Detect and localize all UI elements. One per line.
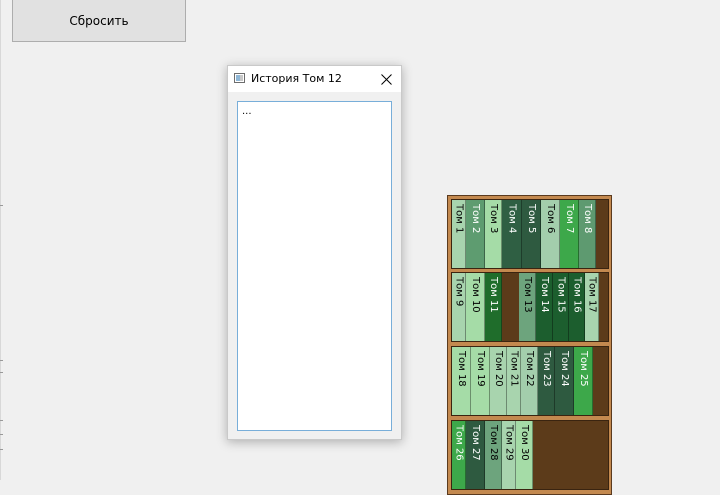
book-label: Том 1	[453, 204, 465, 234]
book-label: Том 6	[545, 204, 556, 234]
book-label: Том 14	[539, 277, 550, 313]
book-label: Том 8	[582, 204, 593, 234]
book[interactable]: Том 28	[485, 421, 502, 489]
book-label: Том 10	[470, 277, 481, 313]
book[interactable]: Том 20	[490, 347, 507, 415]
shelf-3: Том 18 Том 19 Том 20 Том 21 Том 22 Том 23 Том …	[451, 346, 609, 416]
book-label: Том 7	[564, 204, 575, 234]
book[interactable]: Том 27	[466, 421, 485, 489]
book[interactable]: Том 19	[471, 347, 490, 415]
book-label: Том 13	[522, 277, 533, 313]
book[interactable]: Том 23	[538, 347, 555, 415]
book[interactable]: Том 9	[452, 273, 466, 341]
book[interactable]: Том 2	[466, 200, 485, 268]
book-label: Том 5	[526, 204, 537, 234]
book[interactable]: Том 4	[502, 200, 522, 268]
book[interactable]: Том 7	[560, 200, 579, 268]
reset-button[interactable]: Сбросить	[12, 0, 186, 42]
book[interactable]: Том 24	[555, 347, 574, 415]
book-label: Том 29	[503, 425, 515, 461]
book-label: Том 21	[508, 351, 520, 387]
book-label: Том 9	[453, 277, 465, 307]
book-label: Том 3	[488, 204, 499, 234]
book[interactable]: Том 5	[522, 200, 541, 268]
book[interactable]: Том 25	[574, 347, 593, 415]
shelf-1: Том 1 Том 2 Том 3 Том 4 Том 5 Том 6 Том 7 Том 8	[451, 199, 609, 269]
book[interactable]: Том 18	[452, 347, 471, 415]
dialog-title: История Том 12	[251, 72, 342, 85]
book[interactable]: Том 3	[485, 200, 502, 268]
edge-tick	[0, 205, 3, 206]
window-edge-line	[0, 0, 1, 480]
shelf-2: Том 9 Том 10 Том 11 Том 13 Том 14 Том 15 Том 1…	[451, 272, 609, 342]
edge-tick	[0, 372, 3, 373]
book[interactable]: Том 26	[452, 421, 466, 489]
book[interactable]: Том 21	[507, 347, 521, 415]
window-icon	[234, 73, 245, 83]
close-icon	[380, 73, 392, 85]
book-label: Том 26	[453, 425, 465, 461]
book-label: Том 27	[470, 425, 481, 461]
bookcase: Том 1 Том 2 Том 3 Том 4 Том 5 Том 6 Том 7 Том 8…	[447, 195, 612, 495]
book-label: Том 25	[578, 351, 589, 387]
book[interactable]: Том 30	[516, 421, 533, 489]
close-button[interactable]	[371, 66, 401, 92]
book[interactable]: Том 11	[485, 273, 502, 341]
book-label: Том 28	[488, 425, 499, 461]
book-label: Том 2	[470, 204, 481, 234]
book-label: Том 11	[488, 277, 499, 313]
book[interactable]: Том 10	[466, 273, 485, 341]
empty-slot	[502, 273, 519, 341]
book-label: Том 18	[456, 351, 467, 387]
edge-tick	[0, 420, 3, 421]
book[interactable]: Том 16	[569, 273, 585, 341]
book-label: Том 4	[506, 204, 518, 234]
book-label: Том 15	[555, 277, 567, 313]
edge-tick	[0, 434, 3, 435]
book-label: Том 19	[475, 351, 486, 387]
book[interactable]: Том 15	[553, 273, 569, 341]
book-label: Том 22	[524, 351, 535, 387]
book[interactable]: Том 8	[579, 200, 596, 268]
book-label: Том 20	[493, 351, 504, 387]
book-label: Том 23	[541, 351, 552, 387]
book[interactable]: Том 22	[521, 347, 538, 415]
book-label: Том 24	[559, 351, 570, 387]
edge-tick	[0, 449, 3, 450]
edge-tick	[0, 360, 3, 361]
book-label: Том 30	[519, 425, 530, 461]
book-label: Том 16	[571, 277, 583, 313]
dialog-titlebar[interactable]: История Том 12	[228, 66, 401, 92]
book[interactable]: Том 14	[536, 273, 553, 341]
book[interactable]: Том 6	[541, 200, 560, 268]
history-text-area[interactable]: ...	[237, 101, 392, 431]
book[interactable]: Том 1	[452, 200, 466, 268]
book[interactable]: Том 13	[519, 273, 536, 341]
book-label: Том 17	[586, 277, 598, 313]
book[interactable]: Том 29	[502, 421, 516, 489]
book[interactable]: Том 17	[585, 273, 599, 341]
history-dialog: История Том 12 ...	[227, 65, 402, 440]
